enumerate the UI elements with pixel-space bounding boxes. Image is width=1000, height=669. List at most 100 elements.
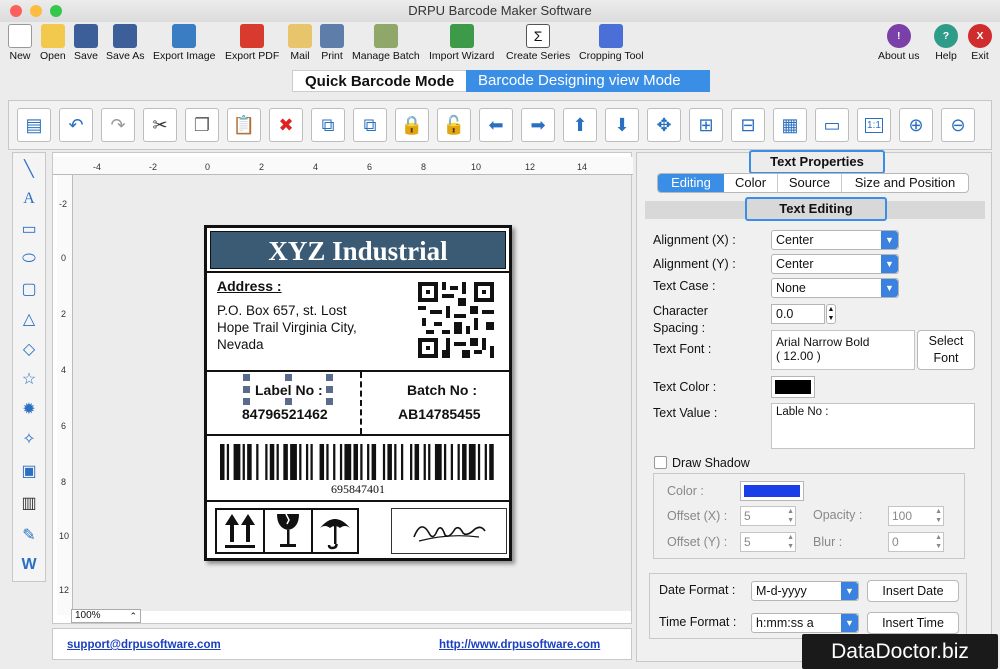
create-series-button[interactable]: Σ Create Series bbox=[506, 24, 570, 62]
move-down-button[interactable]: ⬇ bbox=[605, 108, 639, 142]
resize-handle[interactable] bbox=[326, 398, 333, 405]
align-horizontal-button[interactable]: ⊞ bbox=[689, 108, 723, 142]
selection-handles[interactable] bbox=[243, 374, 333, 405]
designing-view-mode-tab[interactable]: Barcode Designing view Mode bbox=[466, 70, 710, 92]
move-right-button[interactable]: ➡ bbox=[521, 108, 555, 142]
resize-handle[interactable] bbox=[326, 374, 333, 381]
line-tool[interactable]: ╲ bbox=[17, 157, 41, 181]
resize-handle[interactable] bbox=[285, 398, 292, 405]
watermark-tool[interactable]: W bbox=[17, 553, 41, 577]
barcode-tool[interactable]: ▥ bbox=[17, 491, 41, 515]
copy-button[interactable]: ❐ bbox=[185, 108, 219, 142]
manage-batch-button[interactable]: Manage Batch bbox=[352, 24, 420, 62]
label-header[interactable]: XYZ Industrial bbox=[210, 231, 506, 269]
properties-button[interactable]: ▤ bbox=[17, 108, 51, 142]
burst-tool[interactable]: ✹ bbox=[17, 397, 41, 421]
tab-editing[interactable]: Editing bbox=[658, 174, 724, 192]
batch-no-title[interactable]: Batch No : bbox=[407, 382, 477, 398]
zoom-in-button[interactable]: ⊕ bbox=[899, 108, 933, 142]
image-tool[interactable]: ▣ bbox=[17, 459, 41, 483]
date-format-select[interactable]: M-d-yyyy ▼ bbox=[751, 581, 859, 601]
barcode-number[interactable]: 695847401 bbox=[207, 482, 509, 497]
import-wizard-button[interactable]: Import Wizard bbox=[429, 24, 494, 62]
rounded-rectangle-tool[interactable]: ▢ bbox=[17, 277, 41, 301]
select-font-button[interactable]: Select Font bbox=[917, 330, 975, 370]
handling-symbols[interactable] bbox=[215, 508, 359, 554]
text-tool[interactable]: A bbox=[17, 187, 41, 211]
open-button[interactable]: Open bbox=[40, 24, 66, 62]
qr-code[interactable] bbox=[418, 282, 494, 358]
print-button[interactable]: Print bbox=[320, 24, 344, 62]
support-email-link[interactable]: support@drpusoftware.com bbox=[67, 639, 221, 651]
address-title[interactable]: Address : bbox=[217, 278, 282, 294]
barcode-label[interactable]: XYZ Industrial Address : P.O. Box 657, s… bbox=[204, 225, 512, 561]
text-color-swatch[interactable] bbox=[771, 376, 815, 398]
character-spacing-stepper[interactable]: ▲ ▼ bbox=[826, 304, 836, 324]
zoom-out-button[interactable]: ⊖ bbox=[941, 108, 975, 142]
tab-source[interactable]: Source bbox=[778, 174, 842, 192]
export-image-button[interactable]: Export Image bbox=[153, 24, 215, 62]
signature-box[interactable] bbox=[391, 508, 507, 554]
offset-y-input[interactable]: 5 ▲ ▼ bbox=[740, 532, 796, 552]
diamond-tool[interactable]: ◇ bbox=[17, 337, 41, 361]
ellipse-tool[interactable]: ⬭ bbox=[17, 247, 41, 271]
text-case-select[interactable]: None ▼ bbox=[771, 278, 899, 298]
cut-button[interactable]: ✂ bbox=[143, 108, 177, 142]
resize-handle[interactable] bbox=[285, 374, 292, 381]
insert-date-button[interactable]: Insert Date bbox=[867, 580, 959, 602]
grid-button[interactable]: ▦ bbox=[773, 108, 807, 142]
address-line[interactable]: P.O. Box 657, st. Lost bbox=[217, 303, 347, 318]
offset-x-input[interactable]: 5 ▲ ▼ bbox=[740, 506, 796, 526]
character-spacing-input[interactable]: 0.0 bbox=[771, 304, 825, 324]
export-pdf-button[interactable]: Export PDF bbox=[225, 24, 279, 62]
linear-barcode[interactable] bbox=[220, 444, 496, 480]
shadow-color-swatch[interactable] bbox=[740, 481, 804, 501]
redo-button[interactable]: ↷ bbox=[101, 108, 135, 142]
address-line[interactable]: Hope Trail Virginia City, bbox=[217, 320, 357, 335]
move-up-button[interactable]: ⬆ bbox=[563, 108, 597, 142]
about-us-button[interactable]: ! About us bbox=[878, 24, 919, 62]
tab-size-and-position[interactable]: Size and Position bbox=[842, 174, 968, 192]
save-button[interactable]: Save bbox=[74, 24, 98, 62]
label-no-value[interactable]: 84796521462 bbox=[242, 406, 328, 422]
website-link[interactable]: http://www.drpusoftware.com bbox=[439, 639, 600, 651]
align-vertical-button[interactable]: ⊟ bbox=[731, 108, 765, 142]
resize-handle[interactable] bbox=[326, 386, 333, 393]
mail-button[interactable]: Mail bbox=[288, 24, 312, 62]
undo-button[interactable]: ↶ bbox=[59, 108, 93, 142]
center-button[interactable]: ✥ bbox=[647, 108, 681, 142]
insert-time-button[interactable]: Insert Time bbox=[867, 612, 959, 634]
triangle-tool[interactable]: △ bbox=[17, 307, 41, 331]
tab-color[interactable]: Color bbox=[724, 174, 778, 192]
quick-barcode-mode-tab[interactable]: Quick Barcode Mode bbox=[292, 70, 468, 92]
lock-button[interactable]: 🔒 bbox=[395, 108, 429, 142]
bring-front-button[interactable]: ⧉ bbox=[311, 108, 345, 142]
minimize-window-button[interactable] bbox=[30, 5, 42, 17]
move-left-button[interactable]: ⬅ bbox=[479, 108, 513, 142]
text-value-input[interactable]: Lable No : bbox=[771, 403, 975, 449]
opacity-input[interactable]: 100 ▲ ▼ bbox=[888, 506, 944, 526]
signature-tool[interactable]: ✎ bbox=[17, 523, 41, 547]
blur-input[interactable]: 0 ▲ ▼ bbox=[888, 532, 944, 552]
cropping-tool-button[interactable]: Cropping Tool bbox=[579, 24, 644, 62]
four-point-star-tool[interactable]: ✧ bbox=[17, 427, 41, 451]
maximize-window-button[interactable] bbox=[50, 5, 62, 17]
resize-handle[interactable] bbox=[243, 386, 250, 393]
alignment-x-select[interactable]: Center ▼ bbox=[771, 230, 899, 250]
close-window-button[interactable] bbox=[10, 5, 22, 17]
ruler-button[interactable]: ▭ bbox=[815, 108, 849, 142]
rectangle-tool[interactable]: ▭ bbox=[17, 217, 41, 241]
time-format-select[interactable]: h:mm:ss a ▼ bbox=[751, 613, 859, 633]
actual-size-button[interactable]: 1:1 bbox=[857, 108, 891, 142]
zoom-select[interactable]: 100% ⌃ bbox=[71, 609, 141, 623]
delete-button[interactable]: ✖ bbox=[269, 108, 303, 142]
paste-button[interactable]: 📋 bbox=[227, 108, 261, 142]
draw-shadow-checkbox[interactable] bbox=[654, 456, 667, 469]
send-back-button[interactable]: ⧉ bbox=[353, 108, 387, 142]
exit-button[interactable]: X Exit bbox=[968, 24, 992, 62]
alignment-y-select[interactable]: Center ▼ bbox=[771, 254, 899, 274]
new-button[interactable]: New bbox=[8, 24, 32, 62]
resize-handle[interactable] bbox=[243, 374, 250, 381]
help-button[interactable]: ? Help bbox=[934, 24, 958, 62]
star-tool[interactable]: ☆ bbox=[17, 367, 41, 391]
